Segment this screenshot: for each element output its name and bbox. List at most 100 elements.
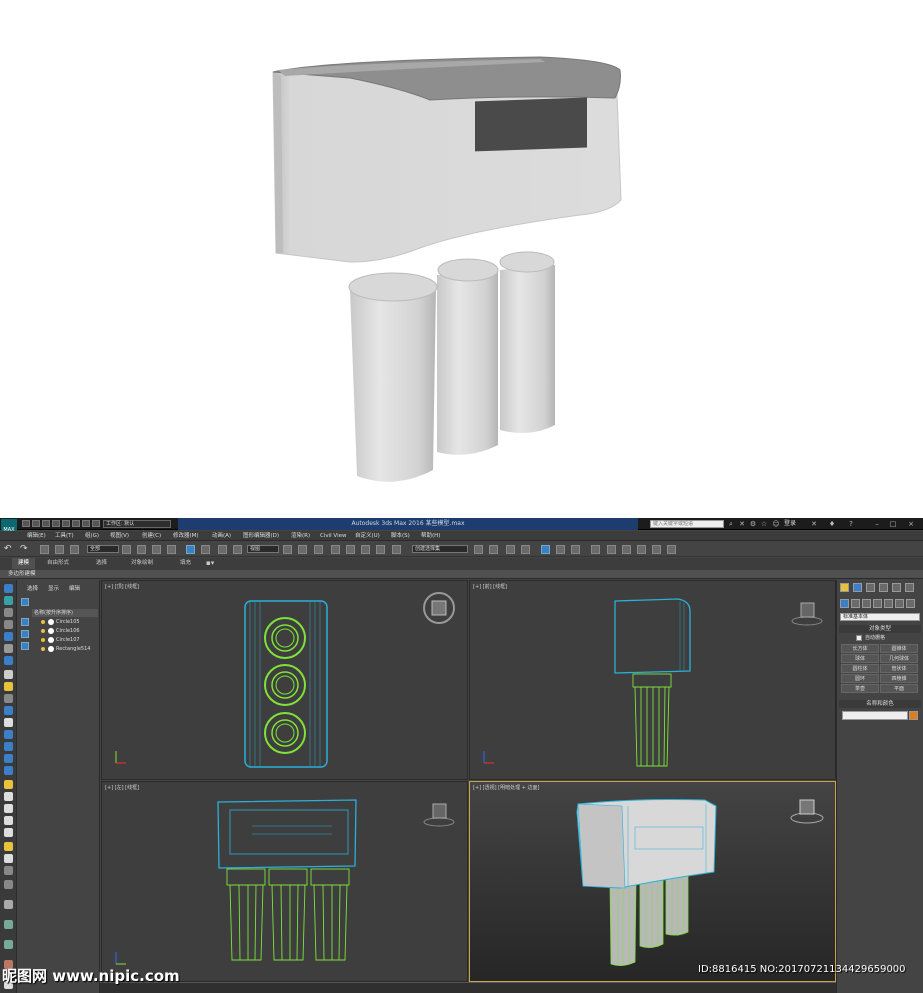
ribbon-tab-object-paint[interactable]: 对象绘制	[131, 558, 153, 569]
geosphere-button[interactable]: 几何球体	[880, 654, 918, 663]
menu-customize[interactable]: 自定义(U)	[355, 531, 380, 541]
box-icon[interactable]	[4, 792, 13, 801]
sphere-button[interactable]: 球体	[841, 654, 879, 663]
undo-quick-icon[interactable]	[52, 520, 60, 527]
redo-icon[interactable]: ↷	[20, 545, 29, 554]
object-color-swatch[interactable]	[909, 711, 918, 720]
help-icon[interactable]: ?	[847, 520, 855, 528]
toggle-ribbon-icon[interactable]	[521, 545, 530, 554]
edit-named-sets-icon[interactable]	[392, 545, 401, 554]
object-name-input[interactable]	[842, 711, 908, 720]
list-item[interactable]: Circle107	[31, 636, 99, 644]
cylinder-icon[interactable]	[4, 804, 13, 813]
community-icon[interactable]: ☆	[760, 520, 768, 528]
filter-icon[interactable]	[4, 644, 13, 653]
shapes-icon[interactable]	[4, 608, 13, 617]
scene-filter-icon[interactable]	[21, 598, 29, 606]
render-production-icon[interactable]	[622, 545, 631, 554]
scene-explorer-icon[interactable]	[4, 584, 13, 593]
reference-coord-select[interactable]: 视图	[247, 545, 279, 553]
close-button[interactable]: ×	[906, 520, 916, 528]
workspace-select[interactable]: 工作区: 默认	[103, 520, 171, 528]
menu-rendering[interactable]: 渲染(R)	[291, 531, 310, 541]
viewport-perspective[interactable]: [+] [透视] [明暗处理 + 边面]	[469, 781, 836, 982]
scene-tab-select[interactable]: 选择	[27, 584, 38, 592]
pyramid-button[interactable]: 四棱锥	[880, 674, 918, 683]
display-icon[interactable]	[4, 656, 13, 665]
tree-icon[interactable]	[21, 642, 29, 650]
select-manipulate-icon[interactable]	[298, 545, 307, 554]
ribbon-tab-selection[interactable]: 选择	[96, 558, 107, 569]
box-button[interactable]: 长方体	[841, 644, 879, 653]
cone-button[interactable]: 圆锥体	[880, 644, 918, 653]
viewport-front[interactable]: [+] [前] [线框]	[469, 580, 836, 780]
bind-space-warp-icon[interactable]	[70, 545, 79, 554]
render-iterative-icon[interactable]	[637, 545, 646, 554]
render-frame-window-icon[interactable]	[667, 545, 676, 554]
grid-icon[interactable]	[4, 620, 13, 629]
bulb-icon[interactable]	[41, 647, 45, 651]
login-link[interactable]: 登录	[784, 519, 796, 529]
motion-tab-icon[interactable]	[879, 583, 888, 592]
render-setup-icon[interactable]	[591, 545, 600, 554]
spacewarp-icon[interactable]	[4, 866, 13, 875]
viewport-left[interactable]: [+] [左] [线框]	[101, 781, 468, 982]
name-color-rollout[interactable]: 名称和颜色	[839, 700, 921, 708]
ribbon-tab-freeform[interactable]: 自由形式	[47, 558, 69, 569]
freeze-icon[interactable]	[4, 730, 13, 739]
select-by-name-icon[interactable]	[137, 545, 146, 554]
subscription-icon[interactable]: ⚙	[749, 520, 757, 528]
modify-tab-icon[interactable]	[853, 583, 862, 592]
open-file-icon[interactable]	[32, 520, 40, 527]
window-crossing-icon[interactable]	[167, 545, 176, 554]
maximize-button[interactable]: □	[888, 520, 898, 528]
object-type-rollout[interactable]: 对象类型	[839, 625, 921, 633]
sort-icon[interactable]	[4, 718, 13, 727]
ribbon-options-icon[interactable]: ▪▾	[206, 558, 214, 569]
bulb-icon[interactable]	[41, 638, 45, 642]
sphere-icon[interactable]	[48, 646, 54, 652]
spinner-snap-icon[interactable]	[376, 545, 385, 554]
named-selection-set-select[interactable]: 创建选择集	[412, 545, 468, 553]
teapot-button[interactable]: 茶壶	[841, 684, 879, 693]
menu-scripting[interactable]: 脚本(S)	[391, 531, 410, 541]
menu-group[interactable]: 组(G)	[85, 531, 99, 541]
tree-icon[interactable]	[21, 630, 29, 638]
sphere-icon[interactable]	[48, 637, 54, 643]
keyboard-shortcut-icon[interactable]	[314, 545, 323, 554]
plane-button[interactable]: 平面	[880, 684, 918, 693]
menu-help[interactable]: 帮助(H)	[421, 531, 440, 541]
align-icon[interactable]	[489, 545, 498, 554]
layer-icon[interactable]	[4, 632, 13, 641]
rendered-frame-icon[interactable]	[607, 545, 616, 554]
material-editor-icon[interactable]	[571, 545, 580, 554]
display-tab-icon[interactable]	[892, 583, 901, 592]
select-object-icon[interactable]	[122, 545, 131, 554]
autogrid-checkbox[interactable]	[856, 635, 862, 641]
menu-tools[interactable]: 工具(T)	[55, 531, 74, 541]
percent-snap-icon[interactable]	[361, 545, 370, 554]
sphere-icon[interactable]	[4, 766, 13, 775]
object-category-select[interactable]: 标准基本体	[840, 613, 920, 621]
curve-editor-icon[interactable]	[541, 545, 550, 554]
create-geometry-icon[interactable]	[4, 596, 13, 605]
systems-icon[interactable]	[906, 599, 915, 608]
lights-icon[interactable]	[862, 599, 871, 608]
app-logo-icon[interactable]: MAX	[1, 519, 17, 533]
menu-edit[interactable]: 编辑(E)	[27, 531, 46, 541]
camera-icon[interactable]	[4, 694, 13, 703]
select-scale-icon[interactable]	[218, 545, 227, 554]
cart-icon[interactable]: ♦	[828, 520, 836, 528]
light-icon[interactable]	[4, 682, 13, 691]
minimize-button[interactable]: –	[872, 520, 882, 528]
schematic-view-icon[interactable]	[556, 545, 565, 554]
menu-graph-editors[interactable]: 图形编辑器(D)	[243, 531, 279, 541]
scene-list-header[interactable]: 名称(按升序排序)	[32, 609, 98, 617]
sphere-icon[interactable]	[48, 628, 54, 634]
system-icon[interactable]	[4, 880, 13, 889]
rect-selection-icon[interactable]	[152, 545, 161, 554]
mirror-icon[interactable]	[474, 545, 483, 554]
hierarchy-tab-icon[interactable]	[866, 583, 875, 592]
bulb-icon[interactable]	[41, 629, 45, 633]
quick-access-icon[interactable]	[82, 520, 90, 527]
